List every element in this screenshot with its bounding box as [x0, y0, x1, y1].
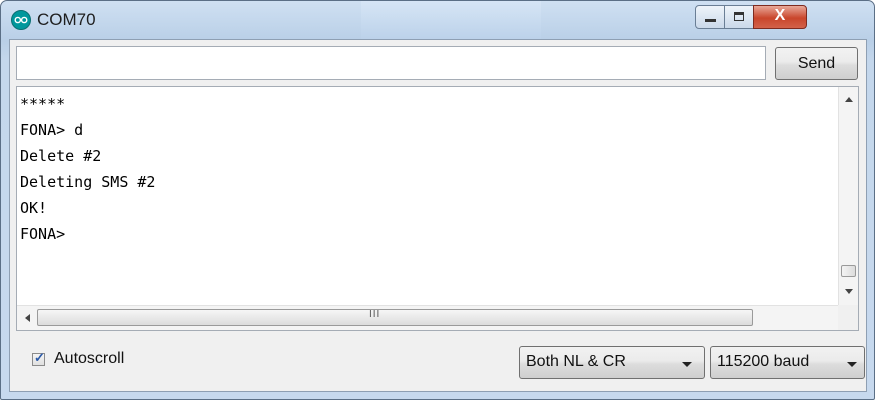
- window-title: COM70: [37, 10, 96, 29]
- output-line: Delete #2: [20, 147, 102, 165]
- output-lines: ***** FONA> d Delete #2 Deleting SMS #2 …: [17, 91, 837, 247]
- horizontal-scrollbar[interactable]: III: [17, 305, 858, 330]
- baud-rate-select[interactable]: 115200 baud: [710, 346, 865, 379]
- maximize-icon: [734, 12, 744, 21]
- scroll-grip-icon: III: [369, 309, 381, 320]
- close-button[interactable]: X: [753, 5, 807, 29]
- scroll-up-arrow-icon[interactable]: [845, 97, 853, 102]
- dropdown-arrow-icon: [682, 362, 692, 367]
- output-line: Deleting SMS #2: [20, 173, 156, 191]
- scroll-down-arrow-icon[interactable]: [845, 289, 853, 294]
- horizontal-scroll-thumb[interactable]: [37, 309, 753, 326]
- title-bar[interactable]: COM70 X: [1, 1, 874, 39]
- footer-bar: ✓ Autoscroll Both NL & CR 115200 baud: [10, 333, 866, 391]
- client-area: Send ***** FONA> d Delete #2 Deleting SM…: [9, 39, 867, 392]
- autoscroll-checkbox[interactable]: ✓: [32, 350, 45, 366]
- output-line: *****: [20, 95, 66, 113]
- scroll-left-arrow-icon[interactable]: [25, 314, 30, 322]
- send-button[interactable]: Send: [775, 47, 858, 80]
- vertical-scroll-thumb[interactable]: [841, 265, 856, 277]
- arduino-logo-icon: [11, 10, 31, 30]
- close-icon: X: [774, 7, 786, 24]
- minimize-icon: [705, 19, 716, 22]
- send-input[interactable]: [16, 46, 766, 80]
- checkmark-icon: ✓: [34, 350, 45, 365]
- line-ending-select[interactable]: Both NL & CR: [519, 346, 705, 379]
- output-line: FONA> d: [20, 121, 84, 139]
- vertical-scrollbar[interactable]: [838, 87, 858, 305]
- line-ending-value: Both NL & CR: [526, 353, 626, 370]
- title-bar-glass: [361, 1, 541, 39]
- minimize-button[interactable]: [695, 5, 725, 29]
- baud-rate-value: 115200 baud: [717, 353, 810, 370]
- serial-output[interactable]: ***** FONA> d Delete #2 Deleting SMS #2 …: [16, 86, 859, 331]
- scrollbar-corner: [838, 305, 858, 330]
- output-line: OK!: [20, 199, 48, 217]
- output-line: FONA>: [20, 225, 66, 243]
- maximize-button[interactable]: [724, 5, 754, 29]
- autoscroll-label[interactable]: Autoscroll: [54, 350, 124, 368]
- dropdown-arrow-icon: [847, 362, 857, 367]
- serial-monitor-window: COM70 X Send ***** FONA> d Delete #2 Del…: [0, 0, 875, 400]
